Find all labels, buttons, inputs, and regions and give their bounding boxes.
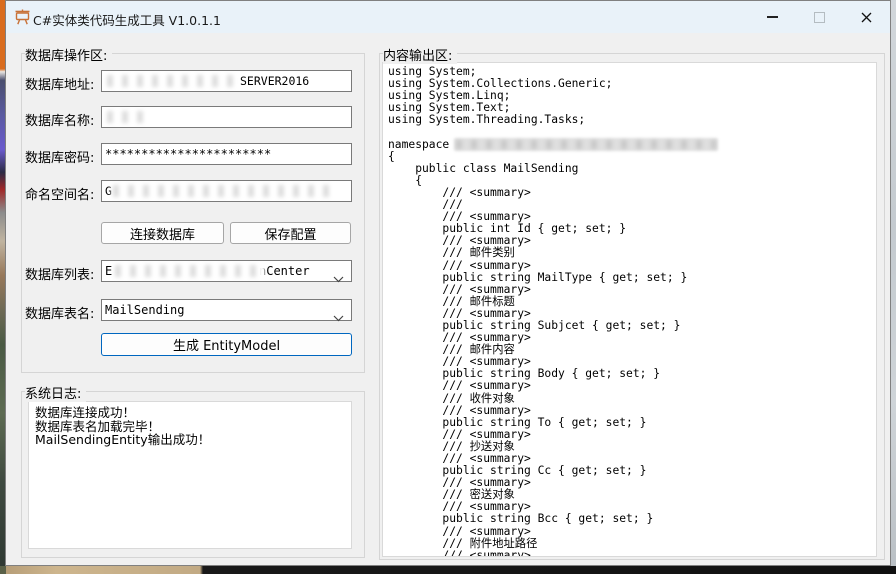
group-database-operations [21,53,365,373]
redaction-overlay [105,109,153,125]
system-log-textarea[interactable]: 数据库连接成功！ 数据库表名加载完毕！ MailSendingEntity输出成… [28,401,352,549]
chevron-down-icon [333,269,344,289]
db-password-input[interactable]: *********************** [101,143,352,165]
group-system-log-title: 系统日志: [25,383,86,402]
titlebar[interactable]: C#实体类代码生成工具 V1.0.1.1 [6,1,890,33]
namespace-input[interactable]: G [101,180,352,202]
db-name-label: 数据库名称: [25,110,94,129]
connect-database-button[interactable]: 连接数据库 [101,222,224,244]
taskbar-edge-bottom [0,566,896,574]
db-address-label: 数据库地址: [25,74,94,93]
db-list-label: 数据库列表: [25,264,94,283]
table-name-label: 数据库表名: [25,303,94,322]
close-button[interactable] [843,1,890,33]
db-list-dropdown[interactable]: E nCenter [101,260,352,282]
save-config-button[interactable]: 保存配置 [230,222,351,244]
table-name-dropdown[interactable]: MailSending [101,299,352,321]
namespace-label: 命名空间名: [25,184,94,203]
maximize-icon [814,12,825,23]
db-address-input[interactable]: SERVER2016 [101,70,352,92]
maximize-button[interactable] [796,1,843,33]
db-list-value-suffix: nCenter [259,261,310,281]
redaction-overlay [454,138,718,151]
minimize-button[interactable] [749,1,796,33]
db-password-label: 数据库密码: [25,147,94,166]
chevron-down-icon [333,308,344,328]
db-list-value-prefix: E [105,264,112,278]
redaction-overlay [111,183,339,199]
window-title: C#实体类代码生成工具 V1.0.1.1 [33,10,221,29]
db-name-input[interactable] [101,106,352,128]
redaction-overlay [113,263,265,279]
app-window: C#实体类代码生成工具 V1.0.1.1 数据库操作区: 数据库地址: SERV… [5,0,891,566]
generate-entitymodel-button[interactable]: 生成 EntityModel [101,333,352,356]
desktop-edge-right [891,0,896,574]
close-icon [861,12,872,23]
table-name-value: MailSending [105,303,184,317]
code-output-textarea[interactable]: using System; using System.Collections.G… [382,62,877,557]
app-icon [14,9,31,29]
redaction-overlay [105,73,235,89]
group-database-operations-title: 数据库操作区: [25,45,112,64]
group-content-output-title: 内容输出区: [383,45,457,64]
minimize-icon [767,16,778,18]
